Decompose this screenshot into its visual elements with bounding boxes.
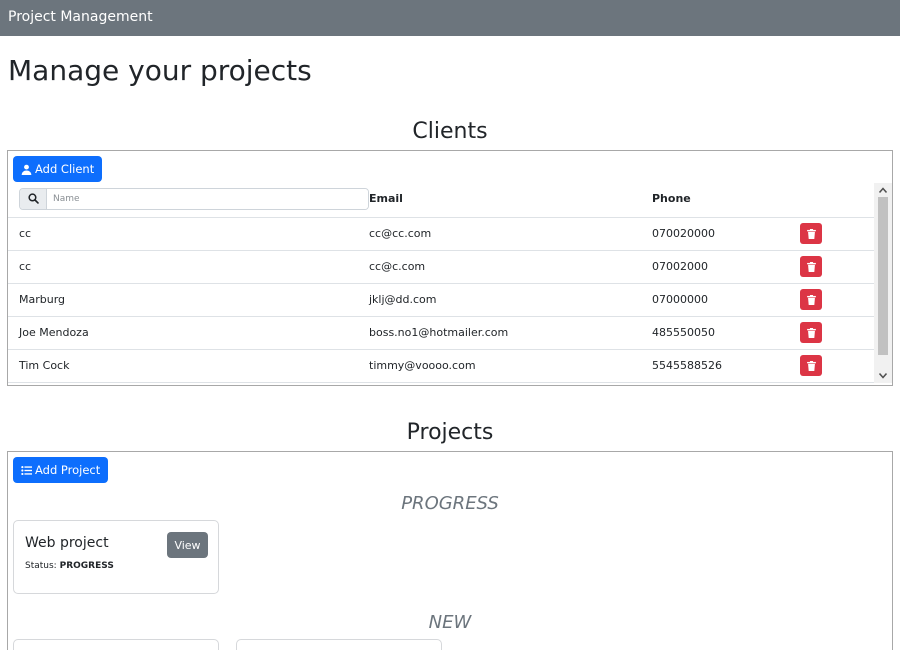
project-status-label: Status:: [25, 561, 57, 571]
delete-client-button[interactable]: [800, 289, 822, 310]
projects-section-title: Projects: [406, 420, 494, 445]
client-email: jklj@dd.com: [369, 283, 652, 317]
client-name: cc: [8, 250, 369, 284]
client-email: cc@c.com: [369, 250, 652, 284]
phone-column-header: Phone: [652, 181, 800, 218]
table-row: cc cc@c.com 07002000: [8, 250, 874, 284]
project-status-value: PROGRESS: [59, 561, 114, 571]
email-column-header: Email: [369, 181, 652, 218]
name-search: [19, 187, 369, 210]
client-name: cc: [8, 217, 369, 251]
add-project-label: Add Project: [35, 463, 101, 477]
delete-client-button[interactable]: [800, 256, 822, 277]
actions-column-header: [800, 181, 874, 218]
project-card-partial: [13, 639, 219, 650]
projects-panel: Add Project PROGRESS Web project Status:…: [7, 451, 893, 650]
client-actions: [800, 283, 874, 317]
view-project-button[interactable]: View: [167, 532, 208, 558]
delete-client-button[interactable]: [800, 322, 822, 343]
delete-client-button[interactable]: [800, 355, 822, 376]
search-icon[interactable]: [20, 188, 47, 209]
client-email: boss.no1@hotmailer.com: [369, 316, 652, 350]
client-phone: 07002000: [652, 250, 800, 284]
scroll-up-arrow-icon[interactable]: [874, 183, 892, 197]
client-actions: [800, 316, 874, 350]
navbar: Project Management: [0, 0, 900, 36]
clients-scrollbar[interactable]: [874, 183, 892, 383]
clients-section-title: Clients: [412, 119, 488, 144]
table-header-row: Email Phone: [8, 181, 874, 218]
client-phone: 5545588526: [652, 349, 800, 383]
trash-icon: [806, 294, 816, 305]
clients-table-container: Email Phone cc cc@cc.com 070020000: [8, 181, 874, 383]
page-title: Manage your projects: [8, 54, 312, 87]
client-actions: [800, 349, 874, 383]
table-row: cc cc@cc.com 070020000: [8, 217, 874, 251]
scroll-thumb[interactable]: [878, 197, 888, 355]
scroll-down-arrow-icon[interactable]: [874, 369, 892, 383]
add-client-button[interactable]: Add Client: [13, 156, 103, 182]
table-row: Marburg jklj@dd.com 07000000: [8, 283, 874, 317]
trash-icon: [806, 261, 816, 272]
client-phone: 070020000: [652, 217, 800, 251]
client-phone: 485550050: [652, 316, 800, 350]
clients-table: Email Phone cc cc@cc.com 070020000: [8, 181, 874, 383]
trash-icon: [806, 228, 816, 239]
user-icon: [21, 164, 32, 175]
project-card-partial: [236, 639, 442, 650]
status-heading-progress: PROGRESS: [401, 493, 499, 514]
client-email: cc@cc.com: [369, 217, 652, 251]
name-search-input[interactable]: [47, 188, 368, 209]
client-email: timmy@voooo.com: [369, 349, 652, 383]
table-row: Tim Cock timmy@voooo.com 5545588526: [8, 349, 874, 383]
clients-panel: Add Client Email Phone: [7, 150, 893, 386]
table-row: Joe Mendoza boss.no1@hotmailer.com 48555…: [8, 316, 874, 350]
client-name: Joe Mendoza: [8, 316, 369, 350]
client-actions: [800, 250, 874, 284]
navbar-brand[interactable]: Project Management: [8, 9, 153, 25]
delete-client-button[interactable]: [800, 223, 822, 244]
project-status: Status: PROGRESS: [25, 561, 114, 571]
name-column-header: [8, 181, 369, 218]
add-client-label: Add Client: [35, 162, 95, 176]
client-phone: 07000000: [652, 283, 800, 317]
project-name: Web project: [25, 535, 109, 551]
add-project-button[interactable]: Add Project: [13, 457, 109, 483]
status-heading-new: NEW: [428, 612, 472, 633]
client-actions: [800, 217, 874, 251]
client-name: Tim Cock: [8, 349, 369, 383]
list-icon: [21, 465, 32, 475]
client-name: Marburg: [8, 283, 369, 317]
trash-icon: [806, 360, 816, 371]
trash-icon: [806, 327, 816, 338]
project-card: Web project Status: PROGRESS View: [13, 520, 219, 594]
